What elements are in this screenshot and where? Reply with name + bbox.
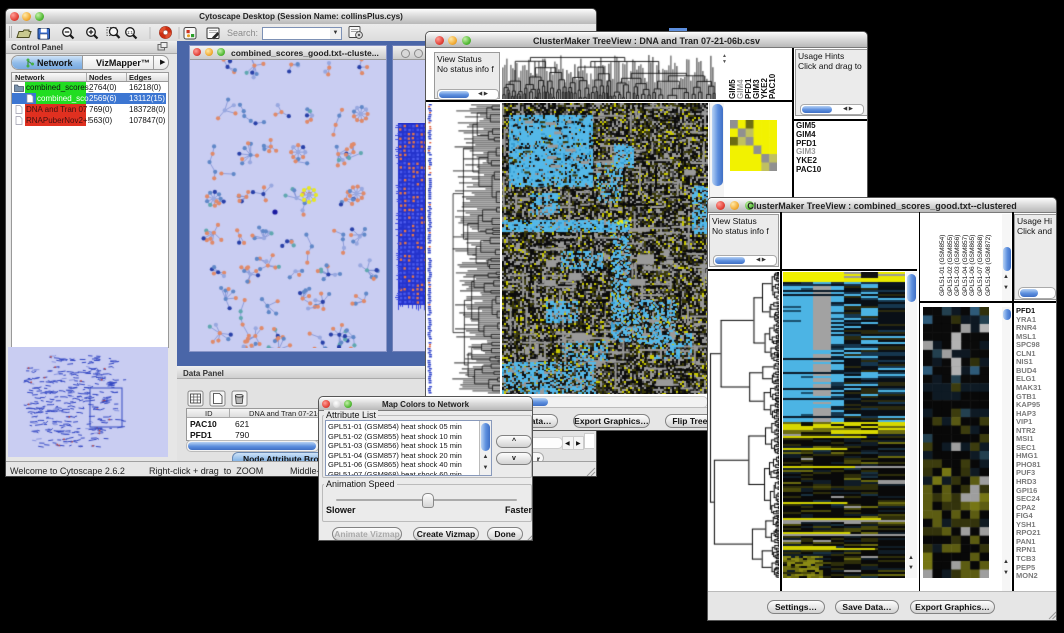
svg-text:1:1: 1:1 [127,30,133,35]
